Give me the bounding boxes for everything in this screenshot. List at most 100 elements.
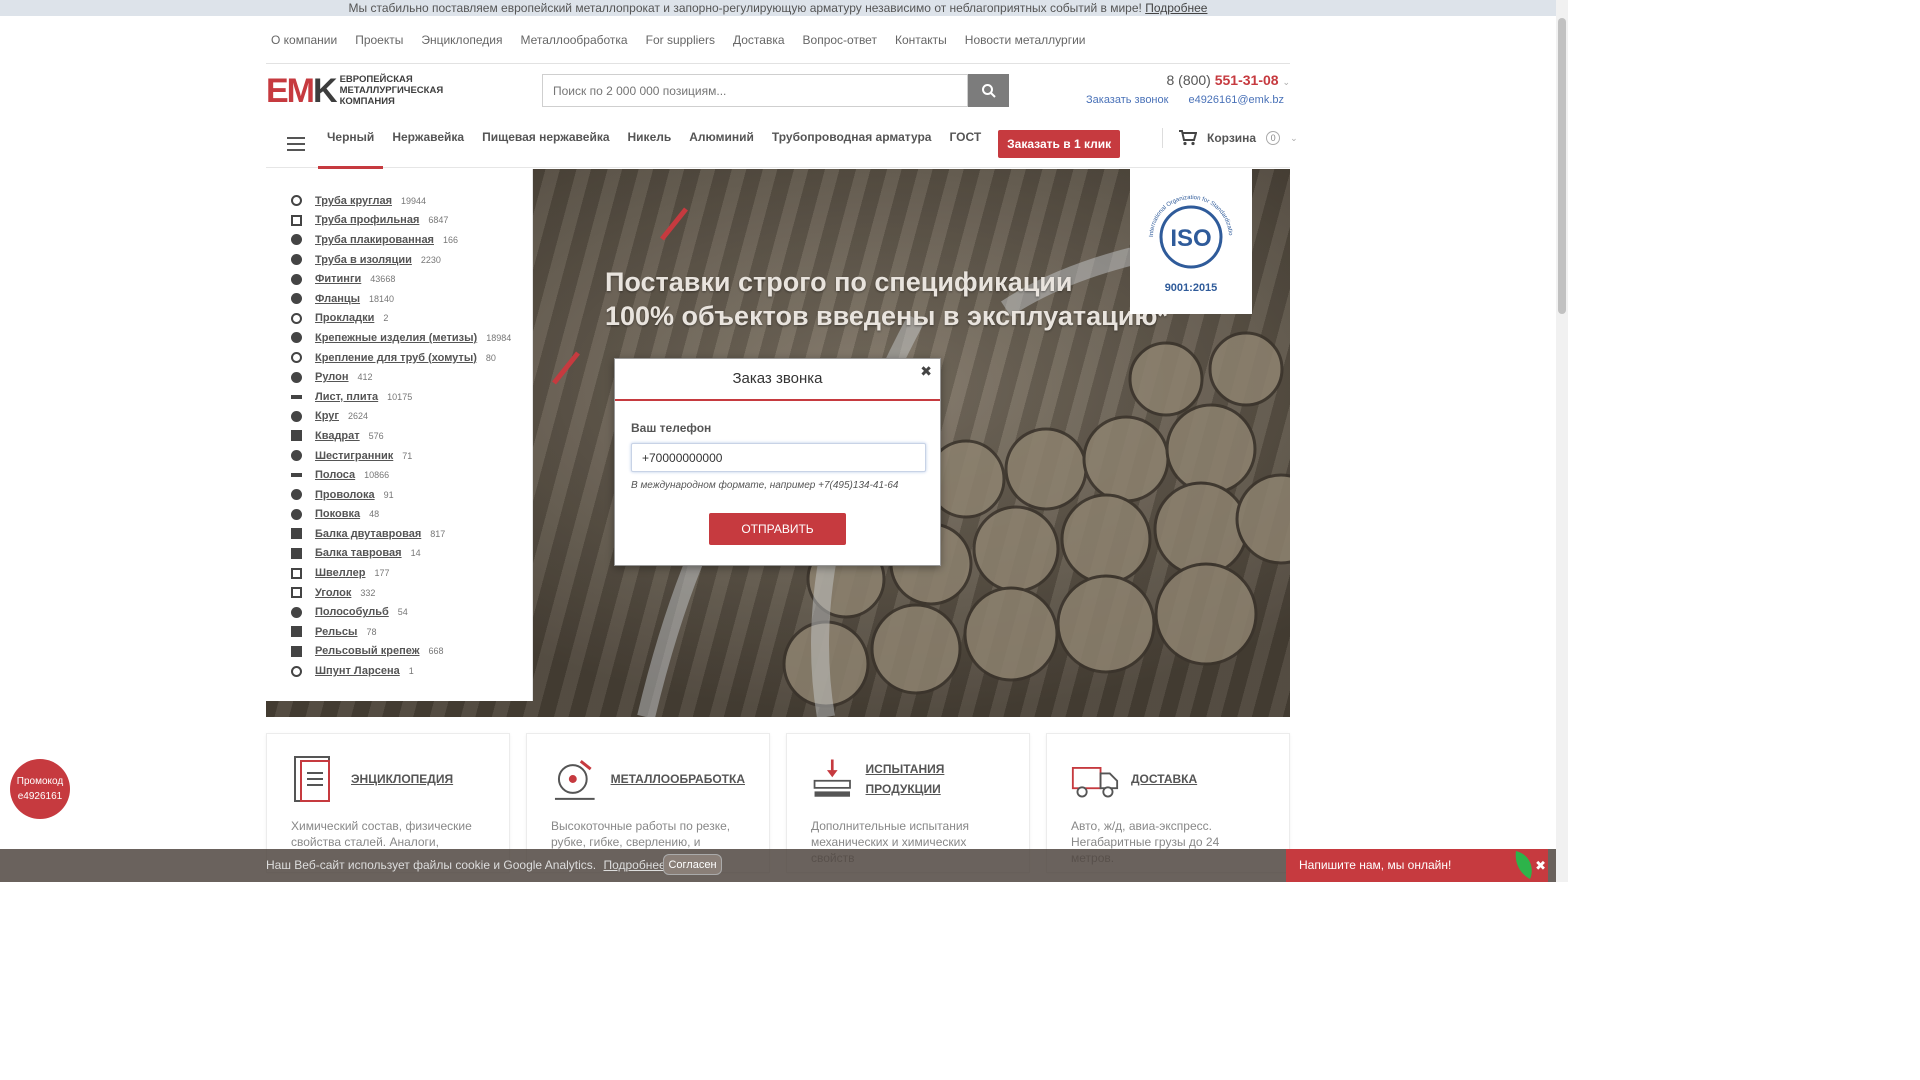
- catalog-item-name[interactable]: Фитинги: [315, 273, 361, 285]
- catalog-item[interactable]: Рельсы 78: [266, 622, 532, 642]
- catalog-item-name[interactable]: Поковка: [315, 508, 360, 520]
- catalog-item-name[interactable]: Рулон: [315, 371, 349, 383]
- cart-link[interactable]: Корзина 0 ⌄: [1162, 128, 1298, 148]
- logo-wordmark: Европейская металлургическая компания: [340, 74, 444, 107]
- callback-link[interactable]: Заказать звонок: [1086, 94, 1168, 106]
- catalog-item[interactable]: Крепление для труб (хомуты) 80: [266, 348, 532, 368]
- nav-gost[interactable]: ГОСТ: [940, 120, 990, 168]
- catalog-item[interactable]: Шпунт Ларсена 1: [266, 661, 532, 681]
- catalog-item[interactable]: Квадрат 576: [266, 426, 532, 446]
- catalog-item[interactable]: Труба в изоляции 2230: [266, 250, 532, 270]
- chat-widget[interactable]: Напишите нам, мы онлайн! ✖: [1286, 849, 1548, 882]
- search-button[interactable]: [968, 74, 1009, 107]
- search-input[interactable]: [542, 74, 968, 107]
- catalog-item-name[interactable]: Круг: [315, 410, 339, 422]
- catalog-item-name[interactable]: Балка двутавровая: [315, 528, 421, 540]
- catalog-item[interactable]: Прокладки 2: [266, 309, 532, 329]
- top-notice-bar: Мы стабильно поставляем европейский мета…: [0, 0, 1556, 16]
- catalog-item-name[interactable]: Труба профильная: [315, 214, 419, 226]
- card-title[interactable]: ЭНЦИКЛОПЕДИЯ: [351, 769, 453, 789]
- topnav-about[interactable]: О компании: [271, 30, 337, 63]
- catalog-item[interactable]: Поковка 48: [266, 505, 532, 525]
- catalog-item-count: 80: [485, 352, 496, 363]
- catalog-item-name[interactable]: Балка тавровая: [315, 547, 402, 559]
- close-icon[interactable]: ✖: [1535, 849, 1546, 882]
- topnav-news[interactable]: Новости металлургии: [965, 30, 1086, 63]
- catalog-item-name[interactable]: Проволока: [315, 489, 375, 501]
- catalog-item[interactable]: Рулон 412: [266, 367, 532, 387]
- phone-input[interactable]: [631, 443, 926, 472]
- catalog-item[interactable]: Крепежные изделия (метизы) 18984: [266, 328, 532, 348]
- nav-nickel[interactable]: Никель: [619, 120, 681, 168]
- catalog-item-count: 576: [368, 430, 384, 441]
- catalog-item[interactable]: Рельсовый крепеж 668: [266, 642, 532, 662]
- catalog-item-name[interactable]: Крепежные изделия (метизы): [315, 332, 477, 344]
- catalog-item-count: 6847: [428, 215, 449, 226]
- promo-code-badge[interactable]: Промокод e4926161: [10, 759, 70, 819]
- notice-more-link[interactable]: Подробнее: [1145, 1, 1207, 15]
- logo-line2: металлургическая: [339, 85, 444, 96]
- nav-food-stainless[interactable]: Пищевая нержавейка: [473, 120, 618, 168]
- scrollbar-thumb[interactable]: [1558, 18, 1566, 314]
- topnav-delivery[interactable]: Доставка: [733, 30, 785, 63]
- nav-aluminum[interactable]: Алюминий: [680, 120, 763, 168]
- chevron-down-icon[interactable]: ⌄: [1282, 77, 1290, 87]
- card-title[interactable]: ИСПЫТАНИЯ ПРОДУКЦИИ: [866, 759, 1005, 799]
- catalog-item-name[interactable]: Фланцы: [315, 293, 360, 305]
- category-icon: [291, 489, 302, 501]
- catalog-item-name[interactable]: Лист, плита: [315, 391, 378, 403]
- catalog-item[interactable]: Проволока 91: [266, 485, 532, 505]
- topnav-projects[interactable]: Проекты: [355, 30, 403, 63]
- catalog-item[interactable]: Балка тавровая 14: [266, 544, 532, 564]
- catalog-item[interactable]: Швеллер 177: [266, 563, 532, 583]
- catalog-item-name[interactable]: Полоса: [315, 469, 355, 481]
- cookie-accept-button[interactable]: Согласен: [663, 854, 722, 875]
- catalog-item-name[interactable]: Крепление для труб (хомуты): [315, 352, 477, 364]
- cookie-more-link[interactable]: Подробнее: [603, 858, 665, 872]
- order-one-click-button[interactable]: Заказать в 1 клик: [998, 129, 1121, 158]
- catalog-item-name[interactable]: Труба плакированная: [315, 234, 434, 246]
- phone-number[interactable]: 8 (800) 551-31-08 ⌄: [1166, 72, 1290, 88]
- topnav-suppliers[interactable]: For suppliers: [646, 30, 715, 63]
- card-title[interactable]: МЕТАЛЛООБРАБОТКА: [611, 769, 745, 789]
- catalog-item[interactable]: Уголок 332: [266, 583, 532, 603]
- catalog-item[interactable]: Труба круглая 19944: [266, 191, 532, 211]
- catalog-item-name[interactable]: Шпунт Ларсена: [315, 665, 400, 677]
- nav-stainless[interactable]: Нержавейка: [383, 120, 473, 168]
- catalog-item[interactable]: Полоса 10866: [266, 465, 532, 485]
- catalog-item[interactable]: Полособульб 54: [266, 602, 532, 622]
- catalog-item-name[interactable]: Рельсовый крепеж: [315, 645, 420, 657]
- nav-pipeline-valves[interactable]: Трубопроводная арматура: [763, 120, 941, 168]
- catalog-item[interactable]: Фланцы 18140: [266, 289, 532, 309]
- catalog-item-name[interactable]: Труба в изоляции: [315, 254, 412, 266]
- nav-black-metal[interactable]: Черный: [318, 120, 384, 169]
- topnav-metalworking[interactable]: Металлообработка: [520, 30, 627, 63]
- catalog-item[interactable]: Фитинги 43668: [266, 269, 532, 289]
- menu-burger-icon[interactable]: [274, 129, 318, 159]
- catalog-item-name[interactable]: Швеллер: [315, 567, 365, 579]
- page-scrollbar[interactable]: [1556, 0, 1568, 882]
- email-link[interactable]: e4926161@emk.bz: [1188, 94, 1284, 106]
- catalog-item[interactable]: Круг 2624: [266, 407, 532, 427]
- topnav-contacts[interactable]: Контакты: [895, 30, 947, 63]
- chevron-down-icon[interactable]: ⌄: [1290, 133, 1298, 144]
- catalog-item-name[interactable]: Квадрат: [315, 430, 360, 442]
- topnav-encyclopedia[interactable]: Энциклопедия: [421, 30, 502, 63]
- contact-links: Заказать звонок e4926161@emk.bz: [1086, 94, 1284, 106]
- card-title[interactable]: ДОСТАВКА: [1131, 769, 1197, 789]
- submit-button[interactable]: ОТПРАВИТЬ: [709, 513, 846, 545]
- catalog-item-name[interactable]: Уголок: [315, 587, 351, 599]
- catalog-item-name[interactable]: Прокладки: [315, 312, 374, 324]
- company-logo[interactable]: EMK Европейская металлургическая компани…: [266, 74, 444, 108]
- catalog-item-name[interactable]: Рельсы: [315, 626, 357, 638]
- catalog-item-name[interactable]: Труба круглая: [315, 195, 392, 207]
- catalog-item[interactable]: Шестигранник 71: [266, 446, 532, 466]
- catalog-item-name[interactable]: Полособульб: [315, 606, 389, 618]
- catalog-item[interactable]: Труба плакированная 166: [266, 230, 532, 250]
- close-icon[interactable]: ✖: [920, 351, 932, 391]
- catalog-item[interactable]: Балка двутавровая 817: [266, 524, 532, 544]
- catalog-item[interactable]: Лист, плита 10175: [266, 387, 532, 407]
- catalog-item-name[interactable]: Шестигранник: [315, 450, 393, 462]
- catalog-item[interactable]: Труба профильная 6847: [266, 211, 532, 231]
- topnav-faq[interactable]: Вопрос-ответ: [803, 30, 877, 63]
